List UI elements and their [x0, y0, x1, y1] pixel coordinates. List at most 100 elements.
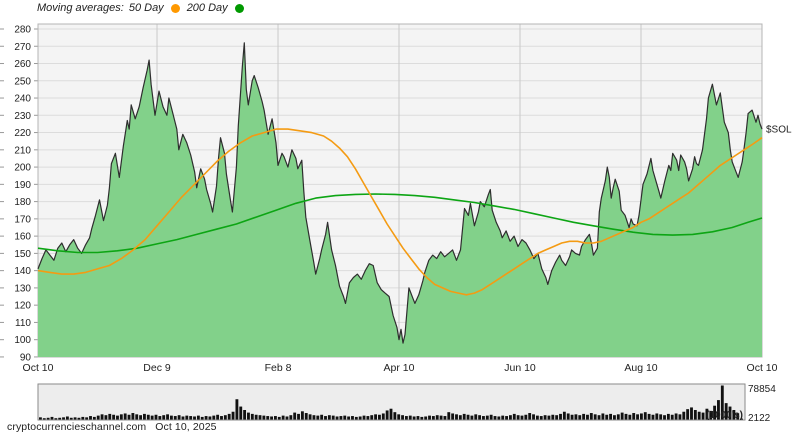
volume-bar: [655, 413, 659, 420]
volume-bar: [119, 414, 123, 420]
volume-bar: [285, 416, 289, 420]
volume-bar: [289, 415, 293, 420]
volume-bar: [42, 418, 46, 420]
volume-bar: [628, 414, 632, 420]
volume-bar: [262, 415, 266, 420]
volume-bar: [385, 410, 389, 420]
volume-bar: [316, 415, 320, 420]
volume-bar: [216, 414, 220, 420]
volume-bar: [624, 413, 628, 420]
volume-bar: [89, 416, 92, 420]
volume-bar: [547, 415, 551, 420]
volume-bar: [404, 416, 408, 420]
volume-bar: [108, 413, 112, 420]
volume-bar: [46, 417, 50, 420]
volume-bar: [77, 417, 81, 420]
volume-bar: [651, 414, 655, 420]
volume-bar: [50, 416, 54, 420]
volume-bar: [116, 415, 119, 420]
y-axis-label: 110: [15, 318, 31, 329]
legend-title: Moving averages:: [37, 1, 124, 14]
y-axis-label: 240: [14, 94, 31, 105]
y-axis-label: 160: [14, 232, 31, 243]
volume-bar: [501, 415, 505, 420]
volume-bar: [443, 416, 447, 420]
y-axis-label: 220: [14, 128, 31, 139]
volume-bar: [674, 413, 678, 420]
volume-bar: [200, 416, 204, 420]
volume-bar: [609, 413, 613, 420]
volume-bar: [39, 417, 42, 420]
volume-bar: [462, 413, 466, 420]
volume-bar: [374, 414, 378, 420]
symbol-label: $SOL: [766, 125, 792, 136]
volume-bar: [92, 416, 96, 420]
volume-last-label: 2122: [748, 413, 771, 424]
volume-bar: [466, 414, 470, 420]
volume-bar: [555, 415, 559, 420]
volume-bar: [81, 416, 85, 420]
volume-bar: [643, 412, 647, 420]
volume-bar: [250, 413, 254, 420]
volume-bar: [593, 414, 597, 420]
y-axis-label: 130: [14, 283, 31, 294]
volume-bar: [482, 416, 485, 420]
volume-bar: [520, 415, 524, 420]
volume-bar: [362, 415, 366, 420]
volume-bar: [620, 412, 624, 420]
x-axis-label: Oct 10: [23, 362, 54, 374]
volume-bar: [235, 399, 239, 420]
volume-bar: [458, 415, 462, 420]
volume-bar: [231, 411, 235, 420]
volume-bar: [532, 414, 535, 420]
volume-bar: [586, 414, 589, 420]
source-text: cryptocurrencieschannel.com: [7, 421, 147, 433]
volume-bar: [570, 414, 574, 420]
volume-bar: [69, 417, 73, 420]
volume-bar: [300, 411, 304, 420]
volume-bar: [312, 415, 316, 420]
volume-bar: [266, 416, 270, 420]
volume-bar: [112, 414, 116, 420]
volume-bar: [613, 415, 616, 420]
volume-bar: [693, 410, 697, 420]
volume-bar: [697, 411, 701, 420]
volume-bar: [208, 416, 212, 420]
volume-bar: [416, 416, 420, 420]
y-axis-label: 200: [14, 163, 31, 174]
volume-bar: [274, 416, 277, 420]
volume-bar: [447, 412, 451, 420]
volume-bar: [601, 413, 605, 420]
volume-bar: [220, 416, 223, 420]
volume-bar: [162, 415, 166, 420]
volume-bar: [582, 413, 586, 420]
volume-bar: [431, 416, 435, 420]
volume-bar: [559, 413, 562, 420]
volume-bar: [324, 416, 327, 420]
volume-bar: [335, 416, 339, 420]
volume-bar: [535, 415, 539, 420]
volume-bar: [177, 415, 181, 420]
volume-bar: [401, 415, 404, 420]
volume-bar: [370, 415, 374, 420]
volume-bar: [331, 415, 335, 420]
volume-bar: [343, 415, 347, 420]
volume-bar: [424, 416, 428, 420]
volume-bar: [666, 413, 670, 420]
sol-price-volume-chart: 90 100 110 120 130 140 150 160 170 180 190 200 210 22…: [0, 0, 800, 435]
volume-bar: [62, 417, 65, 420]
volume-bar: [470, 415, 474, 420]
volume-bar: [146, 414, 150, 420]
y-axis-label: 140: [14, 266, 31, 277]
y-axis-label: 100: [14, 335, 31, 346]
volume-bar: [686, 409, 690, 420]
volume-bar: [320, 414, 324, 420]
volume-bar: [512, 413, 516, 420]
volume-max-label: 78854: [748, 384, 776, 395]
volume-bar: [100, 414, 104, 420]
volume-bar: [65, 416, 69, 420]
volume-bar: [223, 415, 227, 420]
volume-bar: [204, 416, 208, 420]
volume-bar: [258, 415, 262, 420]
volume-bar: [412, 416, 416, 420]
